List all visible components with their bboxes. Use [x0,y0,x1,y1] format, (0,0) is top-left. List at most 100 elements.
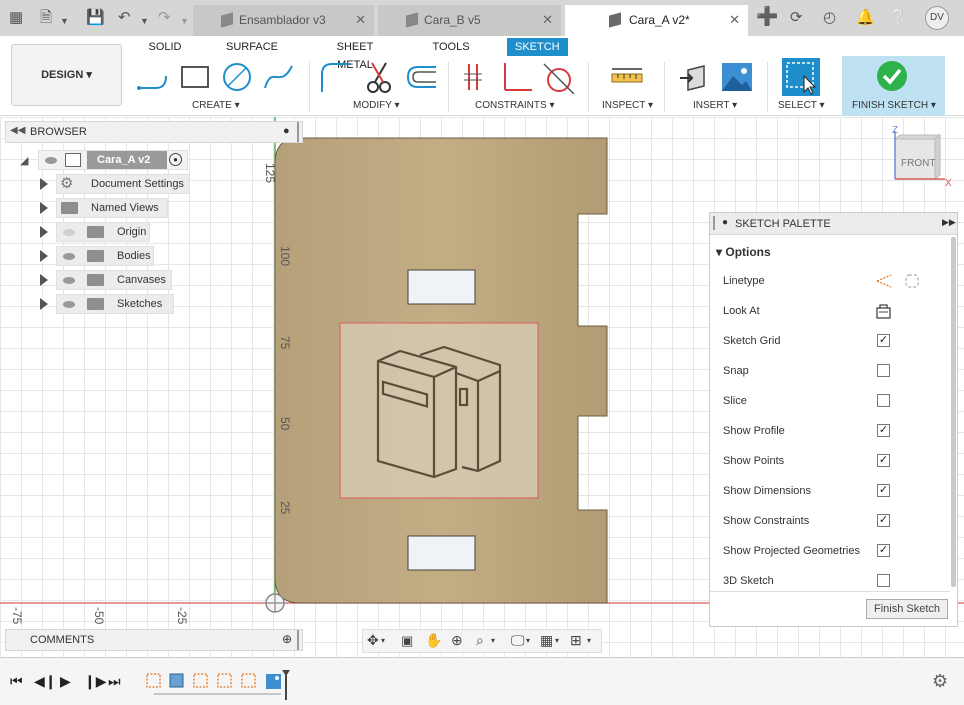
centerline-linetype-icon[interactable] [903,272,921,290]
notifications-icon[interactable]: 🔔 [856,9,875,27]
show-constraints-checkbox[interactable]: ✓ [877,514,890,527]
timeline-settings-gear-icon[interactable]: ⚙ [932,671,948,692]
undo-chevron-icon[interactable]: ▼ [140,12,149,30]
line-tool-icon[interactable] [136,60,170,94]
select-tool-icon[interactable] [782,58,820,96]
app-grid-icon[interactable]: ▦ [9,9,23,27]
browser-item-origin[interactable]: Origin [56,222,150,242]
timeline-features[interactable] [144,670,294,700]
step-forward-icon[interactable]: ❙▶ [84,673,107,690]
expand-arrow-icon[interactable] [40,274,48,286]
collapse-arrow-icon[interactable]: ◢ [20,154,28,167]
viewports-icon[interactable]: ⊞ [570,632,582,649]
rectangle-tool-icon[interactable] [178,60,212,94]
spline-tool-icon[interactable] [262,60,296,94]
tab-cara-a[interactable]: Cara_A v2* ✕ [565,5,748,36]
visibility-icon[interactable] [63,301,75,308]
insert-derive-icon[interactable] [678,60,712,94]
view-cube-face[interactable]: FRONT [901,158,935,169]
visibility-icon[interactable] [63,253,75,260]
browser-panel-header[interactable]: ◀◀ BROWSER ● [5,121,303,143]
show-dimensions-checkbox[interactable]: ✓ [877,484,890,497]
fit-chevron-icon[interactable]: ▾ [491,636,495,645]
panel-grip[interactable] [297,630,299,650]
expand-arrow-icon[interactable] [40,226,48,238]
browser-item-document-settings[interactable]: ⚙ Document Settings [56,174,190,194]
orbit-chevron-icon[interactable]: ▾ [381,636,385,645]
play-icon[interactable]: ▶ [60,673,71,690]
extensions-icon[interactable]: ⟳ [790,9,803,27]
panel-grip[interactable] [713,216,715,230]
display-settings-chevron-icon[interactable]: ▾ [526,636,530,645]
palette-header[interactable]: ● SKETCH PALETTE ▶▶ [710,213,957,235]
tab-tools[interactable]: TOOLS [432,38,470,56]
expand-arrow-icon[interactable] [40,298,48,310]
construction-linetype-icon[interactable] [875,272,893,290]
expand-panel-icon[interactable]: ▶▶ [942,217,956,228]
browser-item-bodies[interactable]: Bodies [56,246,154,266]
trim-tool-icon[interactable] [362,60,396,94]
avatar[interactable]: DV [925,6,949,30]
slice-checkbox[interactable] [877,394,890,407]
grid-settings-chevron-icon[interactable]: ▾ [555,636,559,645]
minimize-icon[interactable]: ● [722,217,728,228]
browser-item-canvases[interactable]: Canvases [56,270,172,290]
fit-icon[interactable]: ⌕ [476,632,484,649]
browser-item-named-views[interactable]: Named Views [56,198,168,218]
workspace-switcher-button[interactable]: DESIGN ▾ [11,44,122,106]
tangent-constraint-icon[interactable] [542,60,576,94]
redo-icon[interactable]: ↷ [158,9,171,27]
file-icon[interactable]: 🗎 [40,9,52,27]
go-to-start-icon[interactable]: ⏮ [10,673,23,690]
perpendicular-constraint-icon[interactable] [500,60,534,94]
panel-grip[interactable] [297,122,299,142]
options-section-toggle[interactable]: ▾ Options [716,245,771,259]
collapse-panel-icon[interactable]: ◀◀ [10,125,25,136]
palette-finish-sketch-button[interactable]: Finish Sketch [866,599,948,619]
visibility-icon[interactable] [45,157,57,164]
show-projected-geometries-checkbox[interactable]: ✓ [877,544,890,557]
go-to-end-icon[interactable]: ⏭ [108,673,121,690]
tab-sketch[interactable]: SKETCH [507,38,568,56]
fillet-tool-icon[interactable] [318,60,352,94]
expand-arrow-icon[interactable] [40,178,48,190]
close-icon[interactable]: ✕ [355,12,366,28]
constraints-menu[interactable]: CONSTRAINTS ▾ [475,100,554,111]
close-icon[interactable]: ✕ [729,12,740,28]
inspect-menu[interactable]: INSPECT ▾ [602,100,653,111]
modify-menu[interactable]: MODIFY ▾ [353,100,400,111]
select-menu[interactable]: SELECT ▾ [778,100,825,111]
show-points-checkbox[interactable]: ✓ [877,454,890,467]
look-at-icon[interactable]: ▣ [401,633,413,649]
look-at-icon[interactable] [875,303,892,320]
expand-arrow-icon[interactable] [40,202,48,214]
finish-sketch-check-icon[interactable] [876,60,908,92]
browser-root-item[interactable]: Cara_A v2 ● [38,150,188,170]
activate-radio-icon[interactable]: ● [169,153,182,166]
show-profile-checkbox[interactable]: ✓ [877,424,890,437]
minimize-icon[interactable]: ● [283,125,290,137]
browser-item-sketches[interactable]: Sketches [56,294,174,314]
3d-sketch-checkbox[interactable] [877,574,890,587]
redo-chevron-icon[interactable]: ▼ [180,12,189,30]
zoom-icon[interactable]: ⊕ [451,632,463,649]
save-icon[interactable]: 💾 [86,9,105,27]
view-cube[interactable] [893,131,945,181]
step-back-icon[interactable]: ◀❙ [34,673,57,690]
insert-canvas-icon[interactable] [720,60,754,94]
tab-solid[interactable]: SOLID [148,38,182,56]
palette-scrollbar[interactable] [951,237,956,587]
create-menu[interactable]: CREATE ▾ [192,100,240,111]
grid-settings-icon[interactable]: ▦ [540,632,553,649]
measure-tool-icon[interactable] [610,60,644,94]
add-comment-icon[interactable]: ⊕ [282,632,292,646]
tab-surface[interactable]: SURFACE [226,38,278,56]
finish-sketch-menu[interactable]: FINISH SKETCH ▾ [852,100,936,111]
display-settings-icon[interactable]: 🖵 [511,632,525,649]
job-status-icon[interactable]: ◴ [823,9,836,27]
tab-sheet-metal[interactable]: SHEET METAL [318,38,392,71]
insert-menu[interactable]: INSERT ▾ [693,100,737,111]
undo-icon[interactable]: ↶ [118,9,131,27]
coincident-constraint-icon[interactable] [460,60,494,94]
help-icon[interactable]: ❔ [889,9,908,27]
